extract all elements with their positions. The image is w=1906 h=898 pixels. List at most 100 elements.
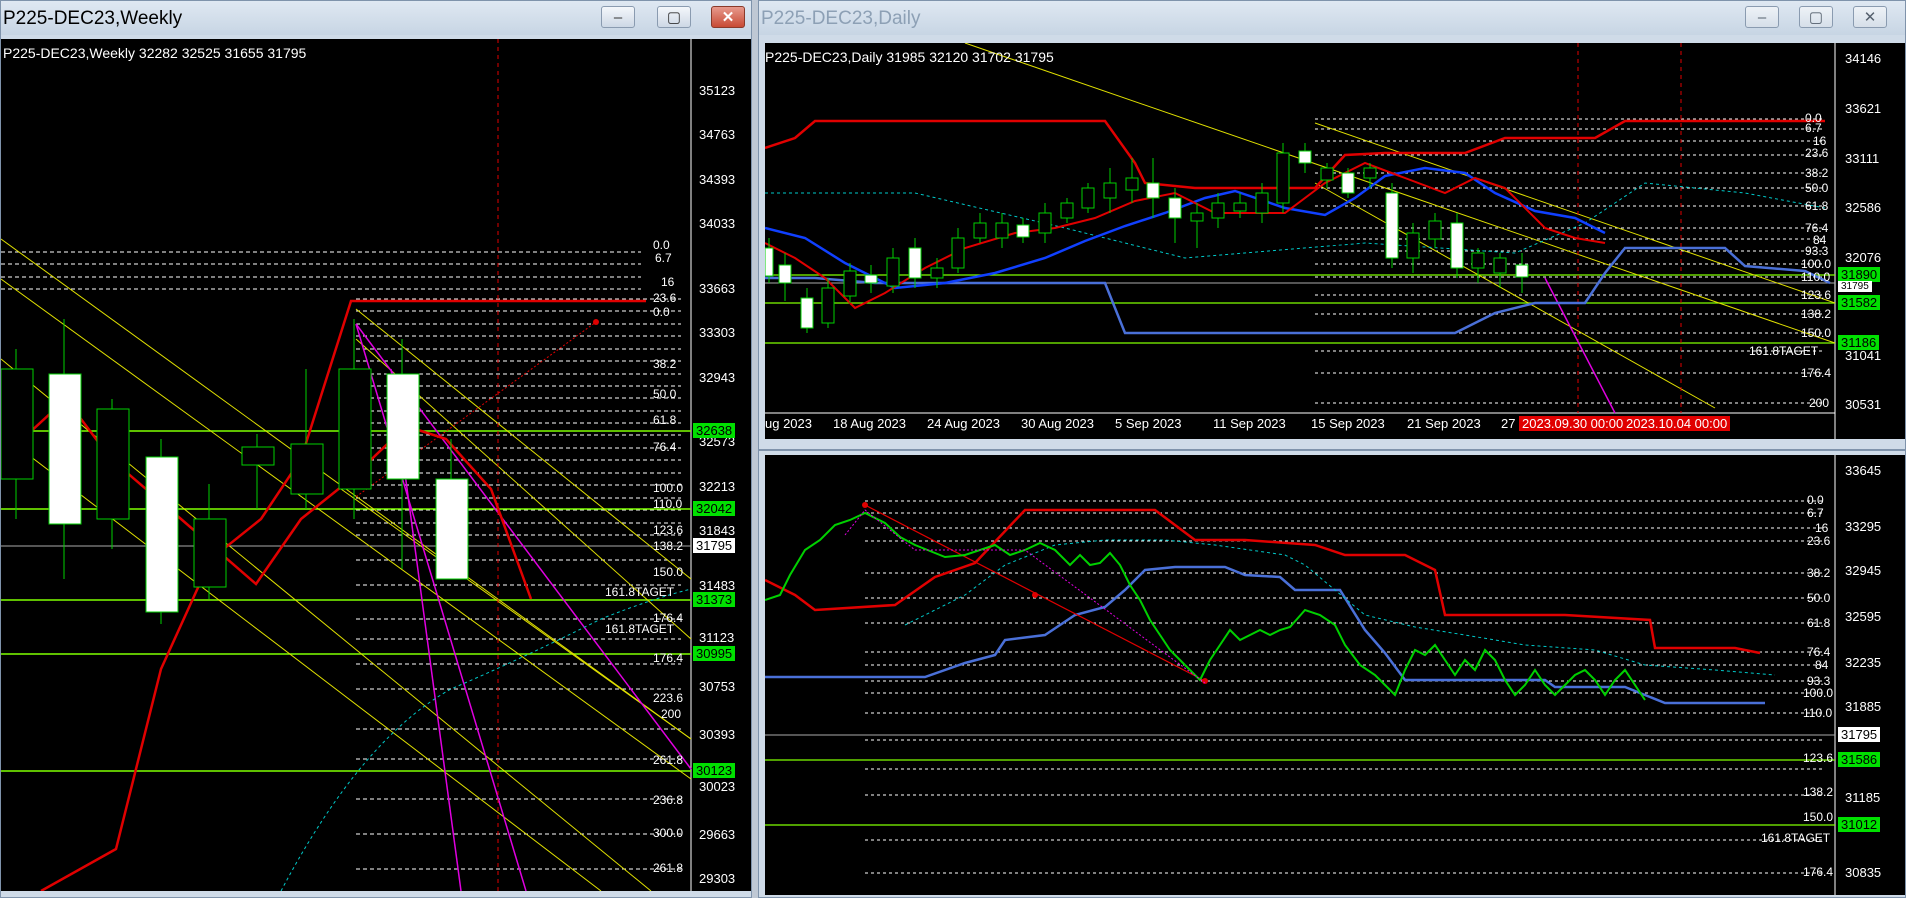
weekly-title-bar[interactable]: P225-DEC23,Weekly ‒ ▢ ✕ xyxy=(1,1,751,35)
fib-label: 61.8 xyxy=(1807,616,1831,630)
fib-label: 236.8 xyxy=(653,793,684,807)
price-label: 34763 xyxy=(699,127,736,142)
price-label: 31041 xyxy=(1845,348,1882,363)
fib-label: 123.6 xyxy=(653,523,684,537)
fib-label: 261.8 xyxy=(653,861,684,875)
level-tag: 30995 xyxy=(693,646,736,661)
intraday-chart-window[interactable]: 33645 33295 32945 32595 32235 31885 3118… xyxy=(758,450,1906,898)
price-label: 32595 xyxy=(1845,609,1882,624)
minimize-button[interactable]: ‒ xyxy=(1745,6,1779,28)
close-button[interactable]: ✕ xyxy=(1853,6,1887,28)
fib-label: 23.6 xyxy=(653,291,677,305)
daily-title-bar[interactable]: P225-DEC23,Daily ‒ ▢ ✕ xyxy=(759,1,1905,35)
price-label: 33295 xyxy=(1845,519,1882,534)
fib-label: 50.0 xyxy=(653,387,677,401)
fib-label: 100.0 xyxy=(1803,686,1834,700)
close-button[interactable]: ✕ xyxy=(711,6,745,28)
level-tag: 31373 xyxy=(693,592,736,607)
level-tag: 31186 xyxy=(1838,335,1880,350)
price-label: 34393 xyxy=(699,172,736,187)
fib-label: 161.8TAGET xyxy=(605,622,675,636)
fib-label: 61.8 xyxy=(653,413,677,427)
fib-label: 50.0 xyxy=(1805,181,1829,195)
price-label: 31185 xyxy=(1845,790,1881,805)
level-tag: 31012 xyxy=(1838,817,1881,832)
weekly-chart-canvas[interactable]: P225-DEC23,Weekly 32282 32525 31655 3179… xyxy=(1,39,751,891)
current-price-tag: 31795 xyxy=(693,538,736,553)
fib-label: 0.0 xyxy=(1807,493,1824,507)
maximize-button[interactable]: ▢ xyxy=(657,6,691,28)
fib-label: 6.7 xyxy=(1805,121,1822,135)
level-tag: 31890 xyxy=(1838,267,1881,282)
price-label: 32586 xyxy=(1845,200,1882,215)
level-tag: 32638 xyxy=(693,423,736,438)
fib-label: 6.7 xyxy=(655,251,672,265)
fib-label: 110.0 xyxy=(653,497,683,511)
fib-label: 61.8 xyxy=(1805,199,1829,213)
price-label: 32235 xyxy=(1845,655,1882,670)
date-label: 21 Sep 2023 xyxy=(1407,416,1481,431)
date-marker: 2023.10.04 00:00 xyxy=(1623,416,1731,431)
weekly-info-line: P225-DEC23,Weekly 32282 32525 31655 3179… xyxy=(3,45,307,61)
fib-label: 0.0 xyxy=(653,238,670,252)
date-marker: 2023.09.30 00:00 xyxy=(1519,416,1627,431)
fib-label: 38.2 xyxy=(1807,566,1831,580)
fib-label: 76.4 xyxy=(653,440,677,454)
fib-label: 6.7 xyxy=(1807,506,1824,520)
daily-chart-canvas[interactable]: P225-DEC23,Daily 31985 32120 31702 31795… xyxy=(765,43,1905,439)
price-label: 35123 xyxy=(699,83,736,98)
fib-label: 110.0 xyxy=(1803,706,1833,720)
price-label: 32945 xyxy=(1845,563,1882,578)
level-tag: 30123 xyxy=(693,763,736,778)
weekly-chart-window[interactable]: P225-DEC23,Weekly ‒ ▢ ✕ P225-DEC23,Weekl… xyxy=(0,0,752,898)
fib-label: 84 xyxy=(1815,658,1829,672)
fib-label: 176.4 xyxy=(653,651,684,665)
daily-window-title: P225-DEC23,Daily xyxy=(761,8,921,29)
fib-label: 300.0 xyxy=(653,826,684,840)
fib-label: 23.6 xyxy=(1807,534,1831,548)
date-label: 15 Sep 2023 xyxy=(1311,416,1385,431)
price-label: 33111 xyxy=(1845,151,1880,166)
intraday-chart-canvas[interactable]: 33645 33295 32945 32595 32235 31885 3118… xyxy=(765,455,1905,895)
fib-label: 223.6 xyxy=(653,691,684,705)
fib-label: 261.8 xyxy=(653,753,684,767)
current-price-tag: 31795 xyxy=(1838,281,1872,292)
fib-label: 93.3 xyxy=(1805,244,1829,258)
fib-label: 38.2 xyxy=(653,357,677,371)
level-tag: 32042 xyxy=(693,501,736,516)
fib-label: 150.0 xyxy=(653,565,684,579)
fib-label: 161.8TAGET xyxy=(1749,344,1819,358)
maximize-button[interactable]: ▢ xyxy=(1799,6,1833,28)
fib-label: 100.0 xyxy=(653,481,684,495)
price-label: 33303 xyxy=(699,325,736,340)
fib-label: 200 xyxy=(1809,396,1830,410)
date-label: 27 xyxy=(1501,416,1516,431)
price-label: 33621 xyxy=(1845,101,1882,116)
daily-chart-svg xyxy=(765,43,1836,439)
price-label: 33645 xyxy=(1845,463,1882,478)
price-label: 31885 xyxy=(1845,699,1882,714)
fib-label: 23.6 xyxy=(1805,146,1829,160)
fib-label: 150.0 xyxy=(1803,810,1834,824)
fib-label: 176.4 xyxy=(1801,366,1832,380)
date-label: 11 Sep 2023 xyxy=(1213,416,1286,431)
price-label: 32943 xyxy=(699,370,736,385)
price-label: 29303 xyxy=(699,871,736,886)
fib-label: 16 xyxy=(1815,521,1829,535)
weekly-chart-svg xyxy=(1,39,692,891)
price-label: 30835 xyxy=(1845,865,1882,880)
price-label: 30023 xyxy=(699,779,736,794)
fib-label: 176.4 xyxy=(1803,865,1834,879)
price-label: 32213 xyxy=(699,479,736,494)
fib-label: 138.2 xyxy=(1801,307,1832,321)
price-label: 30753 xyxy=(699,679,736,694)
minimize-button[interactable]: ‒ xyxy=(601,6,635,28)
price-label: 30393 xyxy=(699,727,736,742)
intraday-chart-svg xyxy=(765,455,1836,895)
weekly-window-title: P225-DEC23,Weekly xyxy=(3,8,183,29)
price-label: 34146 xyxy=(1845,51,1882,66)
price-label: 33663 xyxy=(699,281,736,296)
daily-chart-window[interactable]: P225-DEC23,Daily ‒ ▢ ✕ P225-DEC23,Daily … xyxy=(758,0,1906,450)
fib-label: 76.4 xyxy=(1807,645,1831,659)
fib-label: 123.6 xyxy=(1803,751,1834,765)
